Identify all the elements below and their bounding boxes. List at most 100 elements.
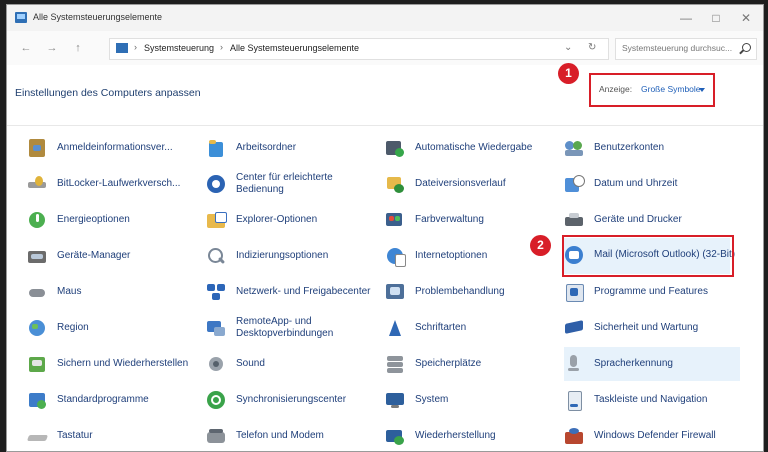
device-manager-icon: [27, 246, 47, 266]
item-label: Speicherplätze: [415, 357, 482, 369]
item-label: Wiederherstellung: [415, 429, 496, 441]
breadcrumb-item-systemsteuerung[interactable]: Systemsteuerung: [144, 43, 214, 53]
item-sync-center[interactable]: Synchronisierungscenter: [206, 383, 378, 417]
item-network-sharing[interactable]: Netzwerk- und Freigabecenter: [206, 275, 378, 309]
highlight-outline-mail: [562, 235, 734, 277]
item-label: Sichern und Wiederherstellen: [57, 357, 189, 369]
item-label: BitLocker-Laufwerkversch...: [57, 177, 181, 189]
item-label: Geräte-Manager: [57, 249, 131, 261]
item-file-history[interactable]: Dateiversionsverlauf: [385, 167, 557, 201]
troubleshooting-icon: [385, 282, 405, 302]
item-autoplay[interactable]: Automatische Wiedergabe: [385, 131, 557, 165]
breadcrumb[interactable]: › Systemsteuerung › Alle Systemsteuerung…: [109, 38, 609, 60]
item-devices-printers[interactable]: Geräte und Drucker: [564, 203, 736, 237]
item-region[interactable]: Region: [27, 311, 199, 345]
item-internet-options[interactable]: Internetoptionen: [385, 239, 557, 273]
item-ease-of-access[interactable]: Center für erleichterte Bedienung: [206, 167, 378, 201]
item-default-programs[interactable]: Standardprogramme: [27, 383, 199, 417]
search-placeholder: Systemsteuerung durchsuc...: [622, 43, 733, 53]
item-speech-recognition[interactable]: Spracherkennung: [564, 347, 740, 381]
item-storage-spaces[interactable]: Speicherplätze: [385, 347, 557, 381]
firewall-icon: [564, 426, 584, 446]
item-security-maintenance[interactable]: Sicherheit und Wartung: [564, 311, 736, 345]
item-taskbar-navigation[interactable]: Taskleiste und Navigation: [564, 383, 736, 417]
breadcrumb-separator: ›: [220, 42, 223, 52]
close-button[interactable]: ✕: [731, 7, 761, 29]
item-label: Telefon und Modem: [236, 429, 324, 441]
mouse-icon: [27, 282, 47, 302]
control-panel-crumb-icon: [116, 43, 128, 53]
item-label: Schriftarten: [415, 321, 467, 333]
item-windows-firewall[interactable]: Windows Defender Firewall: [564, 419, 736, 451]
item-label: Explorer-Optionen: [236, 213, 318, 225]
item-label: Spracherkennung: [594, 357, 673, 369]
item-work-folders[interactable]: Arbeitsordner: [206, 131, 378, 165]
control-panel-window: Alle Systemsteuerungselemente — □ ✕ ← → …: [6, 4, 764, 452]
item-label: Windows Defender Firewall: [594, 429, 716, 441]
item-phone-modem[interactable]: Telefon und Modem: [206, 419, 378, 451]
item-bitlocker[interactable]: BitLocker-Laufwerkversch...: [27, 167, 199, 201]
minimize-button[interactable]: —: [671, 7, 701, 29]
control-panel-app-icon: [15, 12, 27, 23]
item-label: Taskleiste und Navigation: [594, 393, 708, 405]
sound-icon: [206, 354, 226, 374]
item-label: Netzwerk- und Freigabecenter: [236, 285, 371, 297]
breadcrumb-separator: ›: [134, 42, 137, 52]
forward-button[interactable]: →: [45, 41, 59, 55]
item-keyboard[interactable]: Tastatur: [26, 419, 199, 451]
power-icon: [27, 210, 47, 230]
system-icon: [385, 390, 405, 410]
dropdown-caret-icon[interactable]: [699, 88, 705, 92]
item-label: Indizierungsoptionen: [236, 249, 329, 261]
item-label: Geräte und Drucker: [594, 213, 682, 225]
color-management-icon: [385, 210, 405, 230]
date-time-icon: [564, 174, 585, 194]
item-label: Farbverwaltung: [415, 213, 484, 225]
ease-of-access-icon: [206, 174, 226, 194]
item-mouse[interactable]: Maus: [27, 275, 199, 309]
item-power-options[interactable]: Energieoptionen: [27, 203, 199, 237]
view-selector[interactable]: Anzeige: Große Symbole: [589, 73, 715, 107]
up-button[interactable]: ↑: [71, 41, 85, 55]
autoplay-icon: [385, 138, 405, 158]
devices-printers-icon: [564, 210, 584, 230]
item-fonts[interactable]: Schriftarten: [385, 311, 557, 345]
programs-features-icon: [564, 282, 584, 302]
item-remoteapp[interactable]: RemoteApp- und Desktopverbindungen: [206, 311, 378, 345]
search-icon[interactable]: [742, 43, 751, 52]
view-value[interactable]: Große Symbole: [641, 84, 701, 94]
item-color-management[interactable]: Farbverwaltung: [385, 203, 557, 237]
search-input[interactable]: Systemsteuerung durchsuc...: [615, 38, 757, 60]
content-header: Einstellungen des Computers anpassen Anz…: [7, 65, 763, 126]
window-title: Alle Systemsteuerungselemente: [33, 12, 163, 22]
item-troubleshooting[interactable]: Problembehandlung: [385, 275, 557, 309]
file-history-icon: [385, 174, 405, 194]
item-programs-features[interactable]: Programme und Features: [564, 275, 736, 309]
breadcrumb-item-all-items[interactable]: Alle Systemsteuerungselemente: [230, 43, 359, 53]
user-accounts-icon: [564, 138, 584, 158]
item-system[interactable]: System: [385, 383, 557, 417]
item-label: Standardprogramme: [57, 393, 149, 405]
refresh-icon[interactable]: ↻: [588, 42, 596, 53]
back-button[interactable]: ←: [19, 41, 33, 55]
item-indexing-options[interactable]: Indizierungsoptionen: [206, 239, 378, 273]
remoteapp-icon: [206, 318, 226, 338]
item-label: Arbeitsordner: [236, 141, 297, 153]
taskbar-icon: [564, 390, 584, 411]
item-recovery[interactable]: Wiederherstellung: [385, 419, 557, 451]
item-user-accounts[interactable]: Benutzerkonten: [564, 131, 736, 165]
item-explorer-options[interactable]: Explorer-Optionen: [206, 203, 378, 237]
item-label: Internetoptionen: [415, 249, 488, 261]
maximize-button[interactable]: □: [701, 7, 731, 29]
backup-icon: [27, 354, 47, 374]
storage-spaces-icon: [385, 354, 405, 374]
chevron-down-icon[interactable]: ⌄: [564, 42, 572, 53]
item-device-manager[interactable]: Geräte-Manager: [27, 239, 199, 273]
item-label: Datum und Uhrzeit: [594, 177, 678, 189]
title-bar: Alle Systemsteuerungselemente — □ ✕: [7, 5, 763, 31]
item-credential-manager[interactable]: Anmeldeinformationsver...: [27, 131, 199, 165]
network-icon: [206, 282, 226, 302]
item-sound[interactable]: Sound: [206, 347, 378, 381]
item-backup-restore[interactable]: Sichern und Wiederherstellen: [27, 347, 199, 381]
item-date-time[interactable]: Datum und Uhrzeit: [564, 167, 736, 201]
